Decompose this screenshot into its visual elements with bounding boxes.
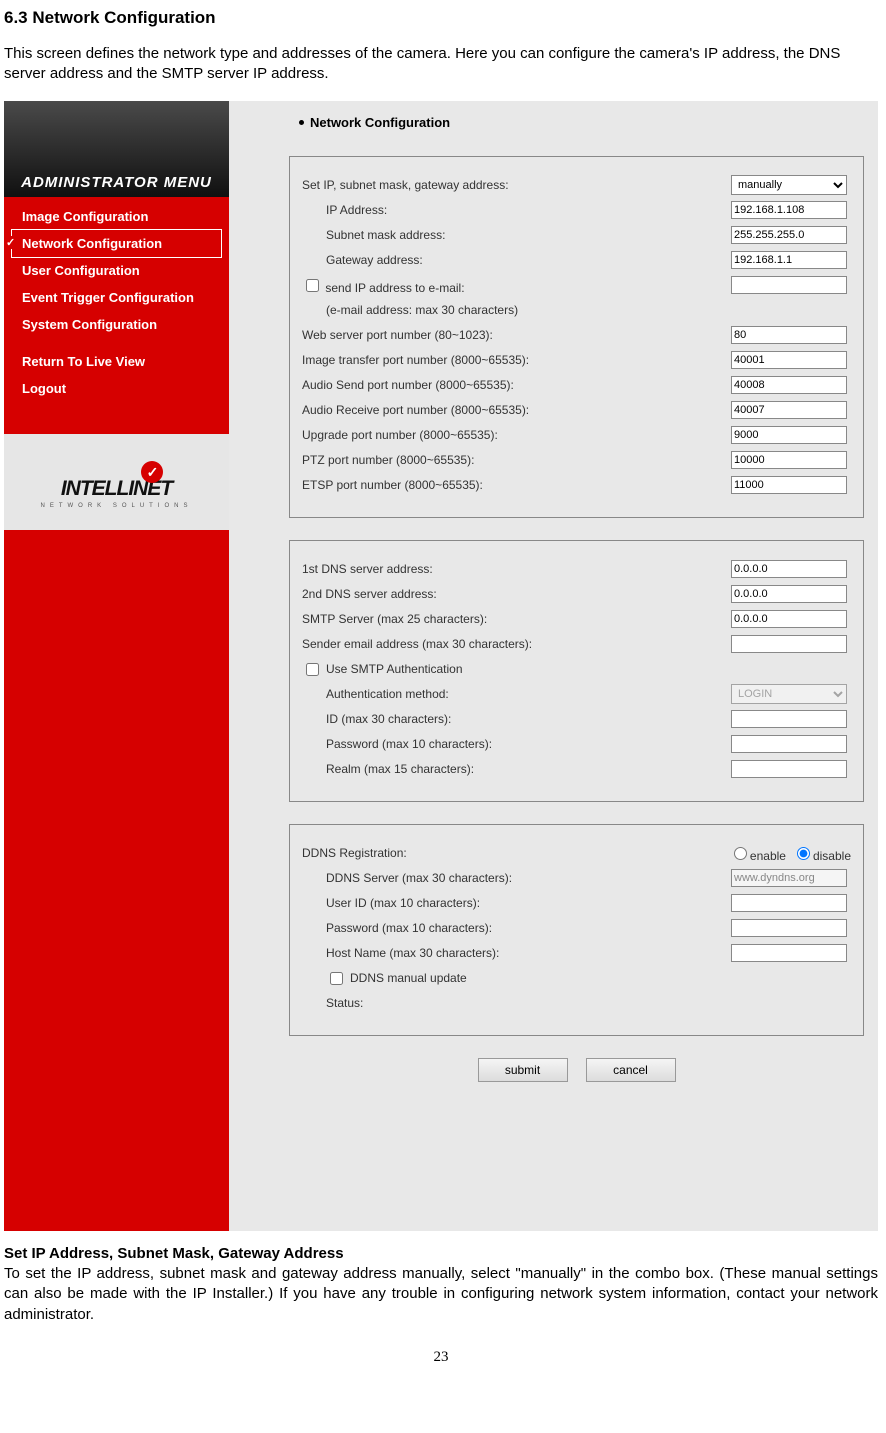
bullet-icon — [299, 120, 304, 125]
admin-menu-title: ADMINISTRATOR MENU — [21, 174, 212, 191]
smtp-realm-label: Realm (max 15 characters): — [302, 762, 731, 776]
page-number: 23 — [4, 1349, 878, 1366]
upgrade-port-input[interactable] — [731, 426, 847, 444]
ddns-manual-update-label: DDNS manual update — [350, 971, 467, 985]
footer-paragraph: To set the IP address, subnet mask and g… — [4, 1264, 878, 1325]
smtp-id-input[interactable] — [731, 710, 847, 728]
ip-address-label: IP Address: — [302, 203, 731, 217]
dns2-input[interactable] — [731, 585, 847, 603]
dns2-label: 2nd DNS server address: — [302, 587, 731, 601]
auth-method-select[interactable]: LOGIN — [731, 684, 847, 704]
intro-paragraph: This screen defines the network type and… — [4, 44, 878, 83]
etsp-port-label: ETSP port number (8000~65535): — [302, 478, 731, 492]
ddns-enable-radio[interactable] — [734, 847, 747, 860]
gateway-label: Gateway address: — [302, 253, 731, 267]
smtp-server-input[interactable] — [731, 610, 847, 628]
web-port-label: Web server port number (80~1023): — [302, 328, 731, 342]
dns1-input[interactable] — [731, 560, 847, 578]
web-port-input[interactable] — [731, 326, 847, 344]
subnet-mask-label: Subnet mask address: — [302, 228, 731, 242]
ddns-password-input[interactable] — [731, 919, 847, 937]
send-ip-email-checkbox[interactable] — [306, 279, 319, 292]
audio-recv-port-label: Audio Receive port number (8000~65535): — [302, 403, 731, 417]
upgrade-port-label: Upgrade port number (8000~65535): — [302, 428, 731, 442]
ddns-reg-label: DDNS Registration: — [302, 846, 729, 860]
smtp-auth-checkbox[interactable] — [306, 663, 319, 676]
smtp-password-input[interactable] — [731, 735, 847, 753]
ddns-enable-option[interactable]: enable — [729, 844, 786, 863]
smtp-password-label: Password (max 10 characters): — [302, 737, 731, 751]
ddns-status-label: Status: — [302, 996, 851, 1010]
cancel-button[interactable]: cancel — [586, 1058, 676, 1082]
ddns-manual-update-checkbox[interactable] — [330, 972, 343, 985]
ddns-userid-input[interactable] — [731, 894, 847, 912]
sidebar-item-image-config[interactable]: Image Configuration — [12, 203, 221, 230]
ptz-port-input[interactable] — [731, 451, 847, 469]
ddns-server-label: DDNS Server (max 30 characters): — [302, 871, 731, 885]
sender-email-label: Sender email address (max 30 characters)… — [302, 637, 731, 651]
smtp-server-label: SMTP Server (max 25 characters): — [302, 612, 731, 626]
sidebar-item-return-live-view[interactable]: Return To Live View — [12, 348, 221, 375]
send-ip-email-row: send IP address to e-mail: — [302, 276, 731, 295]
set-ip-mode-label: Set IP, subnet mask, gateway address: — [302, 178, 731, 192]
page-title: Network Configuration — [299, 115, 864, 130]
brand-tagline: NETWORK SOLUTIONS — [40, 503, 192, 509]
main-content: Network Configuration Set IP, subnet mas… — [229, 101, 878, 1231]
section-heading: 6.3 Network Configuration — [4, 8, 878, 28]
sidebar: ADMINISTRATOR MENU Image Configuration N… — [4, 101, 229, 1231]
ddns-host-label: Host Name (max 30 characters): — [302, 946, 731, 960]
smtp-realm-input[interactable] — [731, 760, 847, 778]
menu-group: Image Configuration Network Configuratio… — [4, 197, 229, 412]
image-port-label: Image transfer port number (8000~65535): — [302, 353, 731, 367]
ddns-disable-radio[interactable] — [797, 847, 810, 860]
ddns-userid-label: User ID (max 10 characters): — [302, 896, 731, 910]
ddns-password-label: Password (max 10 characters): — [302, 921, 731, 935]
ddns-disable-option[interactable]: disable — [792, 844, 851, 863]
page-title-text: Network Configuration — [310, 115, 450, 130]
dns-smtp-panel: 1st DNS server address: 2nd DNS server a… — [289, 540, 864, 802]
gateway-input[interactable] — [731, 251, 847, 269]
audio-send-port-input[interactable] — [731, 376, 847, 394]
submit-button[interactable]: submit — [478, 1058, 568, 1082]
button-row: submit cancel — [289, 1058, 864, 1082]
dns1-label: 1st DNS server address: — [302, 562, 731, 576]
sidebar-item-system-config[interactable]: System Configuration — [12, 311, 221, 338]
sidebar-item-network-config[interactable]: Network Configuration — [12, 230, 221, 257]
ip-address-input[interactable] — [731, 201, 847, 219]
set-ip-mode-select[interactable]: manually — [731, 175, 847, 195]
config-screenshot: ADMINISTRATOR MENU Image Configuration N… — [4, 101, 878, 1231]
send-ip-email-hint: (e-mail address: max 30 characters) — [302, 303, 731, 317]
sender-email-input[interactable] — [731, 635, 847, 653]
smtp-auth-label: Use SMTP Authentication — [326, 662, 463, 676]
ddns-host-input[interactable] — [731, 944, 847, 962]
send-ip-email-input[interactable] — [731, 276, 847, 294]
sidebar-item-user-config[interactable]: User Configuration — [12, 257, 221, 284]
ddns-panel: DDNS Registration: enable disable DDNS S… — [289, 824, 864, 1036]
admin-menu-banner: ADMINISTRATOR MENU — [4, 101, 229, 197]
audio-recv-port-input[interactable] — [731, 401, 847, 419]
sidebar-item-logout[interactable]: Logout — [12, 375, 221, 402]
brand-logo-area: ✓ INTELLINET NETWORK SOLUTIONS — [4, 434, 229, 530]
image-port-input[interactable] — [731, 351, 847, 369]
sidebar-item-event-trigger-config[interactable]: Event Trigger Configuration — [12, 284, 221, 311]
smtp-id-label: ID (max 30 characters): — [302, 712, 731, 726]
audio-send-port-label: Audio Send port number (8000~65535): — [302, 378, 731, 392]
footer-heading: Set IP Address, Subnet Mask, Gateway Add… — [4, 1245, 878, 1262]
etsp-port-input[interactable] — [731, 476, 847, 494]
send-ip-email-label: send IP address to e-mail: — [325, 281, 464, 295]
subnet-mask-input[interactable] — [731, 226, 847, 244]
ip-settings-panel: Set IP, subnet mask, gateway address: ma… — [289, 156, 864, 518]
ptz-port-label: PTZ port number (8000~65535): — [302, 453, 731, 467]
auth-method-label: Authentication method: — [302, 687, 731, 701]
ddns-server-input[interactable] — [731, 869, 847, 887]
